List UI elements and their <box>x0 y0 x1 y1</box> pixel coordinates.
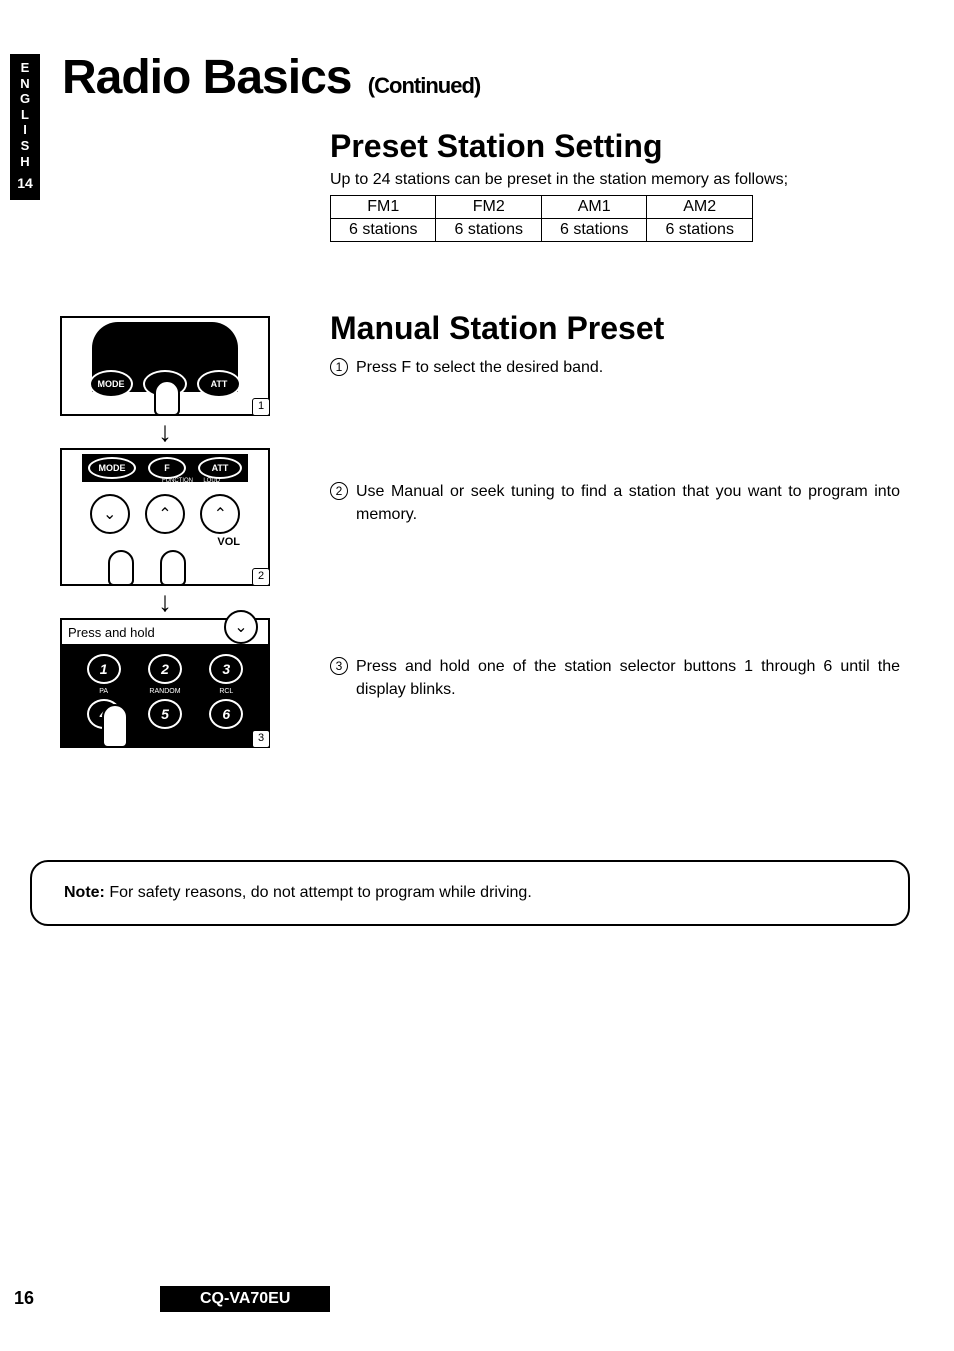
preset-2-button-icon: 2 <box>148 654 182 684</box>
band-header: FM1 <box>331 196 436 219</box>
tune-down-knob-icon: ⌄ <box>90 494 130 534</box>
vol-label: VOL <box>217 536 240 548</box>
page-number: 16 <box>14 1288 34 1309</box>
lang-letter: L <box>10 107 40 123</box>
band-table: FM1 FM2 AM1 AM2 6 stations 6 stations 6 … <box>330 195 753 242</box>
step-marker-3: 3 <box>330 657 348 675</box>
band-header: AM2 <box>647 196 752 219</box>
step-2-text: Use Manual or seek tuning to find a stat… <box>356 481 900 526</box>
illus-badge-3: 3 <box>252 730 270 748</box>
step-3-text: Press and hold one of the station select… <box>356 656 900 701</box>
step-1-text: Press F to select the desired band. <box>356 357 603 379</box>
band-value: 6 stations <box>331 219 436 242</box>
page-title: Radio Basics (Continued) <box>62 50 480 105</box>
lang-letter: E <box>10 60 40 76</box>
rcl-label: RCL <box>219 688 233 695</box>
hand-icon <box>160 550 186 586</box>
f-button-icon: F <box>148 457 186 479</box>
lang-letter: I <box>10 122 40 138</box>
tune-up-knob-icon: ⌃ <box>145 494 185 534</box>
lang-letter: N <box>10 76 40 92</box>
hand-icon <box>108 550 134 586</box>
illustration-3: Press and hold ⌄ 1 2 3 PA RANDOM RCL 4 5… <box>60 618 270 748</box>
model-badge: CQ-VA70EU <box>160 1286 330 1312</box>
language-tab: E N G L I S H 14 <box>10 54 40 200</box>
band-value: 6 stations <box>647 219 752 242</box>
step-3: 3 Press and hold one of the station sele… <box>330 656 900 701</box>
step-2: 2 Use Manual or seek tuning to find a st… <box>330 481 900 526</box>
lang-letter: H <box>10 154 40 170</box>
chevron-up-icon: ⌃ <box>158 504 171 524</box>
page-title-main: Radio Basics <box>62 51 351 104</box>
att-button-icon: ATT <box>198 457 242 479</box>
page-title-suffix: (Continued) <box>368 73 480 98</box>
language-letters: E N G L I S H <box>10 60 40 169</box>
table-row: 6 stations 6 stations 6 stations 6 stati… <box>331 219 753 242</box>
button-row: MODE F ATT FUNCTION LOUD <box>82 454 248 482</box>
band-header: AM1 <box>541 196 646 219</box>
band-value: 6 stations <box>541 219 646 242</box>
section-number: 14 <box>10 175 40 192</box>
preset-6-button-icon: 6 <box>209 699 243 729</box>
illus-badge-2: 2 <box>252 568 270 586</box>
preset-3-button-icon: 3 <box>209 654 243 684</box>
chevron-down-icon: ⌄ <box>103 504 116 524</box>
mode-button-icon: MODE <box>88 457 136 479</box>
loud-label: LOUD <box>203 478 220 484</box>
preset-button-grid: 1 2 3 PA RANDOM RCL 4 5 6 <box>62 646 268 746</box>
vol-down-knob-icon: ⌄ <box>224 610 258 644</box>
lang-letter: S <box>10 138 40 154</box>
preset-station-section: Preset Station Setting Up to 24 stations… <box>330 128 890 242</box>
chevron-up-icon: ⌃ <box>214 504 227 524</box>
hand-icon <box>102 704 128 748</box>
step-marker-2: 2 <box>330 482 348 500</box>
chevron-down-icon: ⌄ <box>234 617 247 637</box>
table-row: FM1 FM2 AM1 AM2 <box>331 196 753 219</box>
manual-heading: Manual Station Preset <box>330 310 900 347</box>
knob-row: ⌄ ⌃ ⌃ <box>82 494 248 534</box>
function-label: FUNCTION <box>162 478 193 484</box>
hands-group <box>108 550 186 586</box>
manual-preset-section: Manual Station Preset 1 Press F to selec… <box>330 310 900 701</box>
preset-heading: Preset Station Setting <box>330 128 890 165</box>
pa-label: PA <box>99 688 108 695</box>
note-label: Note: <box>64 884 105 901</box>
preset-1-button-icon: 1 <box>87 654 121 684</box>
lang-letter: G <box>10 91 40 107</box>
illustration-2: MODE F ATT FUNCTION LOUD ⌄ ⌃ ⌃ VOL 2 <box>60 448 270 586</box>
vol-up-knob-icon: ⌃ <box>200 494 240 534</box>
band-value: 6 stations <box>436 219 541 242</box>
step-marker-1: 1 <box>330 358 348 376</box>
random-label: RANDOM <box>149 688 180 695</box>
note-text: For safety reasons, do not attempt to pr… <box>105 884 532 901</box>
band-header: FM2 <box>436 196 541 219</box>
preset-5-button-icon: 5 <box>148 699 182 729</box>
mode-button-icon: MODE <box>89 370 133 398</box>
illus-badge-1: 1 <box>252 398 270 416</box>
step-1: 1 Press F to select the desired band. <box>330 357 900 379</box>
preset-intro: Up to 24 stations can be preset in the s… <box>330 171 890 189</box>
hand-icon <box>154 380 180 416</box>
arrow-down-icon: ↓ <box>50 418 280 446</box>
illustration-column: MODE F ATT 1 ↓ MODE F ATT FUNCTION LOUD … <box>50 316 280 748</box>
illustration-1: MODE F ATT 1 <box>60 316 270 416</box>
safety-note: Note: For safety reasons, do not attempt… <box>30 860 910 926</box>
att-button-icon: ATT <box>197 370 241 398</box>
